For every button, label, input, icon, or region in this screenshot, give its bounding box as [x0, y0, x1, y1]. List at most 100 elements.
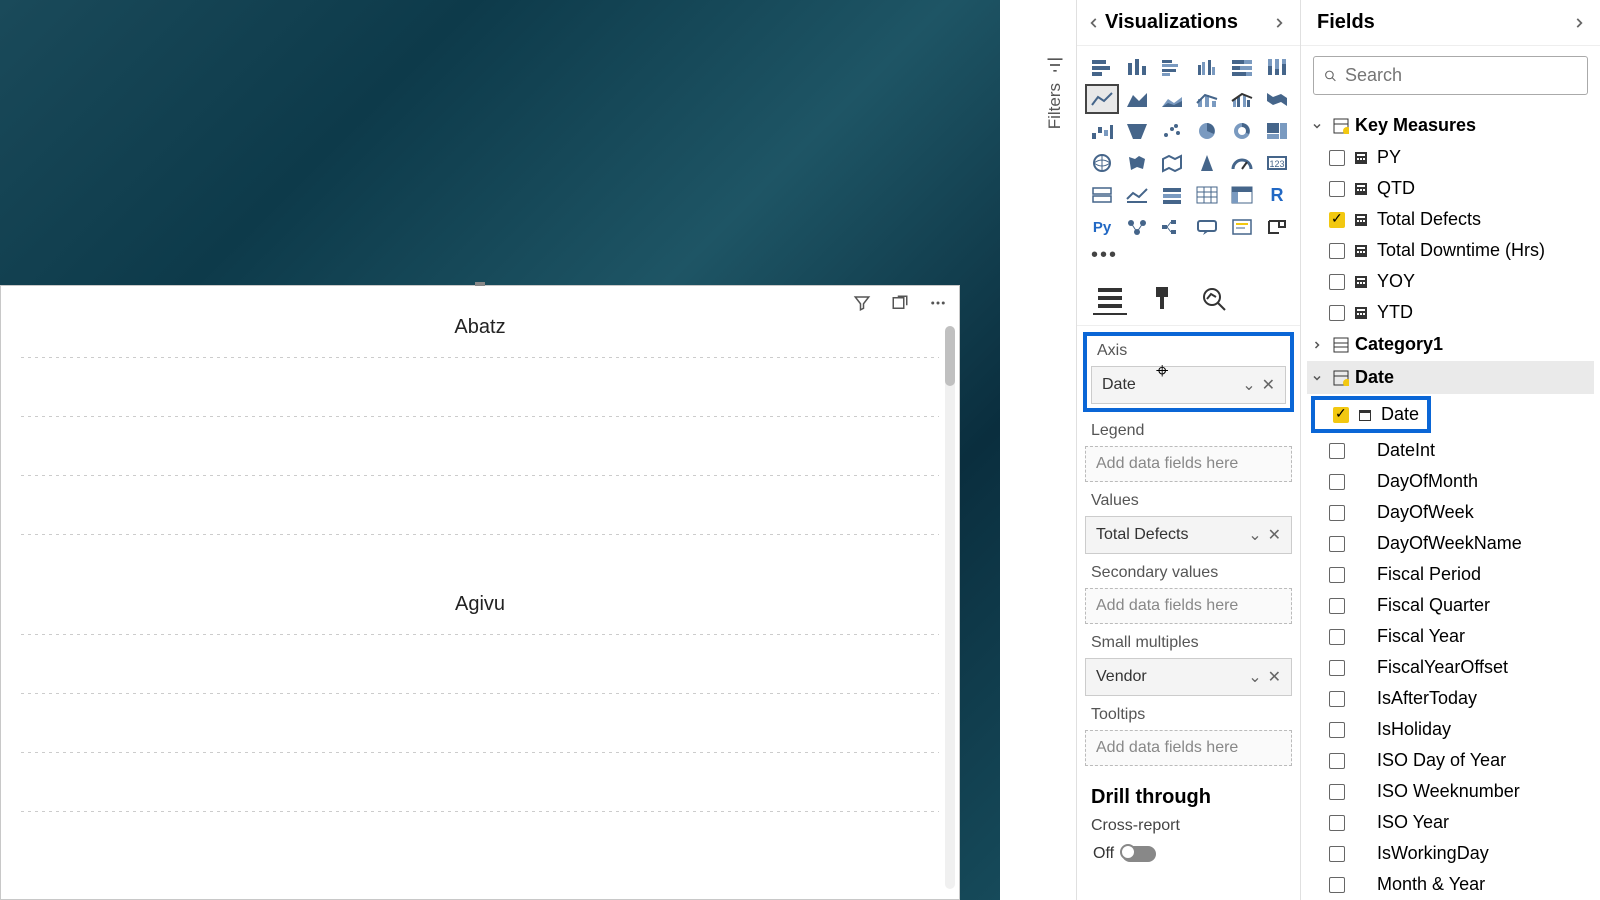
field-checkbox[interactable] [1333, 407, 1349, 423]
field-checkbox[interactable] [1329, 691, 1345, 707]
field-row[interactable]: FiscalYearOffset [1307, 652, 1594, 683]
donut-chart-icon[interactable] [1227, 118, 1257, 144]
stacked-column-icon[interactable] [1122, 54, 1152, 80]
field-row[interactable]: Fiscal Period [1307, 559, 1594, 590]
field-row[interactable]: Month & Year [1307, 869, 1594, 900]
chevron-down-icon[interactable]: ⌄ [1248, 525, 1261, 545]
tooltips-dropzone[interactable]: Add data fields here [1085, 730, 1292, 766]
card-icon[interactable]: 123 [1262, 150, 1292, 176]
scatter-icon[interactable] [1157, 118, 1187, 144]
legend-dropzone[interactable]: Add data fields here [1085, 446, 1292, 482]
chevron-down-icon[interactable]: ⌄ [1248, 667, 1261, 687]
field-checkbox[interactable] [1329, 212, 1345, 228]
table-key-measures[interactable]: Key Measures [1307, 109, 1594, 142]
field-checkbox[interactable] [1329, 150, 1345, 166]
axis-well[interactable]: Axis Date ⌄ ✕ [1083, 332, 1294, 412]
chevron-down-icon[interactable]: ⌄ [1242, 375, 1255, 395]
smart-narrative-icon[interactable] [1227, 214, 1257, 240]
stacked-bar-icon[interactable] [1087, 54, 1117, 80]
field-row[interactable]: Total Defects [1307, 204, 1594, 235]
values-field-item[interactable]: Total Defects ⌄ ✕ [1085, 516, 1292, 554]
remove-field-icon[interactable]: ✕ [1268, 667, 1281, 687]
tooltips-well[interactable]: Tooltips Add data fields here [1085, 704, 1292, 766]
small-multiples-field-item[interactable]: Vendor ⌄ ✕ [1085, 658, 1292, 696]
area-chart-icon[interactable] [1122, 86, 1152, 112]
funnel-icon[interactable] [1122, 118, 1152, 144]
gauge-icon[interactable] [1227, 150, 1257, 176]
qa-visual-icon[interactable] [1192, 214, 1222, 240]
field-checkbox[interactable] [1329, 536, 1345, 552]
field-checkbox[interactable] [1329, 505, 1345, 521]
field-checkbox[interactable] [1329, 274, 1345, 290]
field-row[interactable]: ISO Day of Year [1307, 745, 1594, 776]
field-checkbox[interactable] [1329, 567, 1345, 583]
collapse-left-icon[interactable] [1087, 16, 1105, 30]
field-row[interactable]: YOY [1307, 266, 1594, 297]
visual-scrollbar[interactable] [945, 326, 955, 889]
secondary-values-well[interactable]: Secondary values Add data fields here [1085, 562, 1292, 624]
slicer-icon[interactable] [1157, 182, 1187, 208]
field-checkbox[interactable] [1329, 181, 1345, 197]
field-checkbox[interactable] [1329, 305, 1345, 321]
axis-field-item[interactable]: Date ⌄ ✕ [1091, 366, 1286, 404]
clustered-column-icon[interactable] [1192, 54, 1222, 80]
clustered-bar-icon[interactable] [1157, 54, 1187, 80]
py-visual-icon[interactable]: Py [1087, 214, 1117, 240]
field-checkbox[interactable] [1329, 784, 1345, 800]
field-row[interactable]: YTD [1307, 297, 1594, 328]
legend-well[interactable]: Legend Add data fields here [1085, 420, 1292, 482]
azure-map-icon[interactable] [1192, 150, 1222, 176]
matrix-icon[interactable] [1227, 182, 1257, 208]
field-row[interactable]: ISO Weeknumber [1307, 776, 1594, 807]
fields-search[interactable] [1313, 56, 1588, 95]
search-input[interactable] [1345, 65, 1577, 86]
field-checkbox[interactable] [1329, 722, 1345, 738]
field-row[interactable]: ISO Year [1307, 807, 1594, 838]
field-row[interactable]: Fiscal Year [1307, 621, 1594, 652]
field-checkbox[interactable] [1329, 660, 1345, 676]
stacked100-bar-icon[interactable] [1227, 54, 1257, 80]
field-row[interactable]: DateInt [1307, 435, 1594, 466]
field-checkbox[interactable] [1329, 877, 1345, 893]
field-row[interactable]: Fiscal Quarter [1307, 590, 1594, 621]
field-checkbox[interactable] [1329, 846, 1345, 862]
analytics-tab[interactable] [1197, 281, 1231, 315]
field-row[interactable]: IsAfterToday [1307, 683, 1594, 714]
field-row[interactable]: IsHoliday [1307, 714, 1594, 745]
field-row[interactable]: IsWorkingDay [1307, 838, 1594, 869]
fields-tab[interactable] [1093, 281, 1127, 315]
field-row[interactable]: Total Downtime (Hrs) [1307, 235, 1594, 266]
paginated-icon[interactable] [1262, 214, 1292, 240]
key-influencers-icon[interactable] [1122, 214, 1152, 240]
shape-map-icon[interactable] [1157, 150, 1187, 176]
field-row[interactable]: QTD [1307, 173, 1594, 204]
field-row[interactable]: DayOfMonth [1307, 466, 1594, 497]
field-row[interactable]: DayOfWeek [1307, 497, 1594, 528]
filters-pane-collapsed[interactable]: Filters [1040, 55, 1070, 175]
field-checkbox[interactable] [1329, 443, 1345, 459]
field-row[interactable]: Date [1311, 396, 1431, 433]
field-row[interactable]: DayOfWeekName [1307, 528, 1594, 559]
filled-map-icon[interactable] [1122, 150, 1152, 176]
remove-field-icon[interactable]: ✕ [1268, 525, 1281, 545]
field-checkbox[interactable] [1329, 815, 1345, 831]
field-checkbox[interactable] [1329, 474, 1345, 490]
table-date[interactable]: Date [1307, 361, 1594, 394]
line-clustered-icon[interactable] [1227, 86, 1257, 112]
field-checkbox[interactable] [1329, 243, 1345, 259]
report-visual[interactable]: Abatz Agivu [0, 285, 960, 900]
decomposition-icon[interactable] [1157, 214, 1187, 240]
expand-right-icon[interactable] [1272, 16, 1290, 30]
line-chart-icon[interactable] [1087, 86, 1117, 112]
format-tab[interactable] [1145, 281, 1179, 315]
field-checkbox[interactable] [1329, 753, 1345, 769]
cross-report-toggle[interactable]: Off [1083, 837, 1294, 871]
pie-chart-icon[interactable] [1192, 118, 1222, 144]
table-category1[interactable]: Category1 [1307, 328, 1594, 361]
field-checkbox[interactable] [1329, 598, 1345, 614]
field-checkbox[interactable] [1329, 629, 1345, 645]
more-visuals-icon[interactable]: ••• [1077, 244, 1300, 275]
small-multiples-well[interactable]: Small multiples Vendor ⌄ ✕ [1085, 632, 1292, 696]
waterfall-icon[interactable] [1087, 118, 1117, 144]
remove-field-icon[interactable]: ✕ [1262, 375, 1275, 395]
